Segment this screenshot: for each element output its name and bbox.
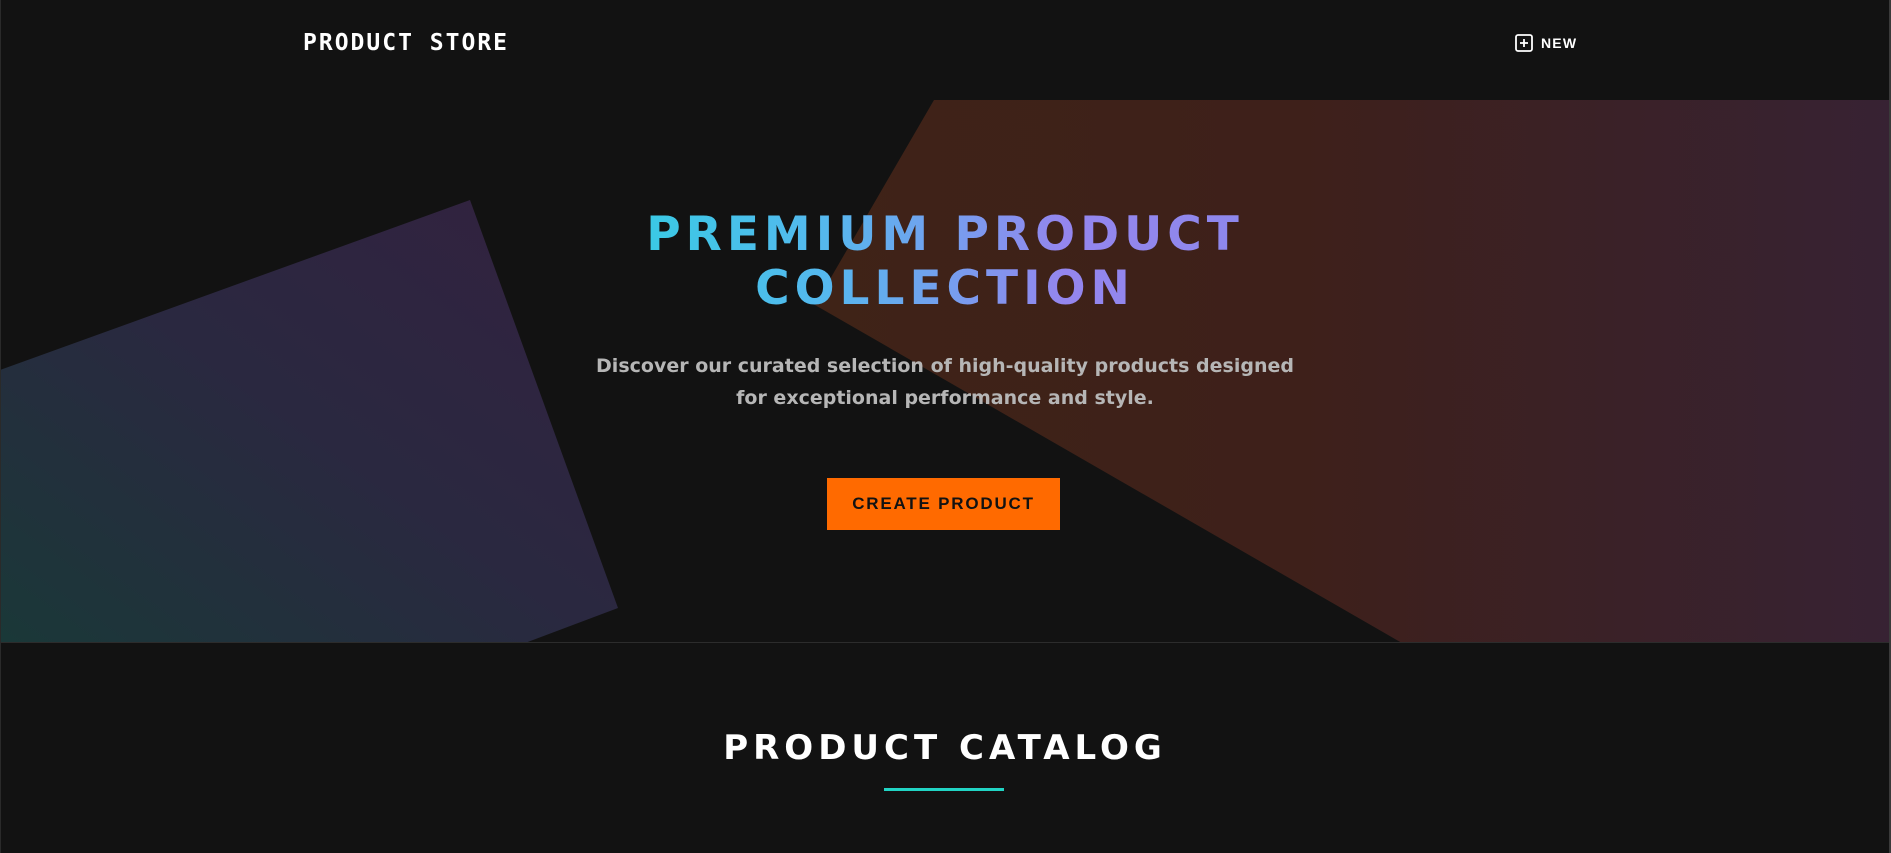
navbar: PRODUCT STORE NEW <box>0 0 1891 86</box>
new-product-button[interactable]: NEW <box>1515 32 1577 54</box>
brand-logo[interactable]: PRODUCT STORE <box>303 28 509 58</box>
left-edge <box>0 0 1 853</box>
hero-title: PREMIUM PRODUCT COLLECTION <box>545 208 1345 316</box>
hero-background-shapes <box>0 100 1889 643</box>
hero-section <box>0 0 1891 643</box>
plus-square-icon <box>1515 34 1533 52</box>
hero-subtitle: Discover our curated selection of high-q… <box>596 355 1294 409</box>
page: PRODUCT STORE NEW PREMIUM PRODUCT COLLEC… <box>0 0 1891 853</box>
catalog-title-underline <box>884 788 1004 791</box>
create-product-button[interactable]: CREATE PRODUCT <box>827 478 1060 530</box>
hero-left-shape <box>0 200 618 643</box>
hero-divider <box>0 642 1889 643</box>
new-button-label: NEW <box>1541 35 1578 51</box>
catalog-title: PRODUCT CATALOG <box>723 728 1167 768</box>
